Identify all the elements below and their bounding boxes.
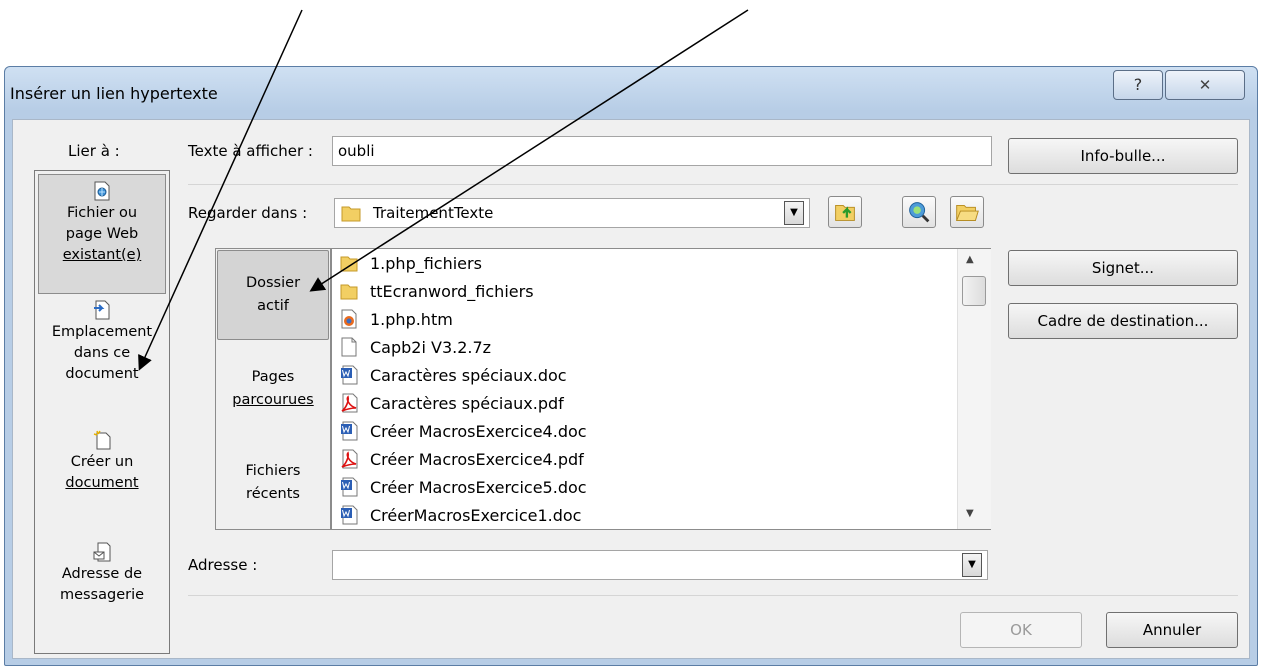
file-name: Créer MacrosExercice4.doc [370, 422, 587, 441]
text-to-display-label: Texte à afficher : [188, 142, 313, 160]
word-document-icon [341, 477, 358, 496]
file-name: Créer MacrosExercice4.pdf [370, 450, 584, 469]
nav-current-folder-line1: Dossier [245, 275, 301, 291]
nav-browsed-pages-line2: parcourues [232, 392, 314, 408]
nav-recent-files-line2: récents [246, 486, 300, 502]
link-to-email-line1: Adresse de [61, 566, 143, 582]
link-to-new-doc-line1: Créer un [70, 454, 134, 470]
blank-file-icon [341, 337, 357, 356]
word-document-icon [341, 365, 358, 384]
target-frame-button[interactable]: Cadre de destination... [1008, 303, 1238, 339]
link-to-new-doc-line2: document [65, 475, 139, 491]
link-to-email-address[interactable]: Adresse de messagerie [38, 542, 166, 606]
word-document-icon [341, 421, 358, 440]
link-to-existing-file[interactable]: Fichier ou page Web existant(e) [38, 174, 166, 294]
nav-current-folder-label: Dossier actif [218, 272, 328, 318]
browse-web-button[interactable] [902, 196, 936, 228]
file-name: Créer MacrosExercice5.doc [370, 478, 587, 497]
link-to-place-in-document[interactable]: Emplacement dans ce document [38, 300, 166, 385]
list-item[interactable]: 1.php_fichiers [340, 250, 482, 278]
look-in-combobox[interactable]: TraitementTexte [334, 198, 810, 228]
link-to-new-document[interactable]: Créer un document [38, 430, 166, 494]
dialog-title: Insérer un lien hypertexte [10, 84, 218, 103]
file-name: ttEcranword_fichiers [370, 282, 534, 301]
link-to-place-line2: dans ce [73, 345, 131, 361]
nav-recent-files[interactable]: Fichiers récents [218, 460, 328, 506]
browse-web-icon [909, 202, 930, 223]
browse-file-button[interactable] [950, 196, 984, 228]
look-in-value: TraitementTexte [373, 204, 494, 222]
address-input[interactable] [332, 550, 988, 580]
help-button[interactable]: ? [1113, 70, 1163, 100]
list-item[interactable]: 1.php.htm [340, 306, 453, 334]
nav-recent-files-line1: Fichiers [245, 463, 301, 479]
link-to-existing-file-line2: page Web [65, 226, 139, 242]
link-to-email-line2: messagerie [59, 587, 145, 603]
open-folder-icon [955, 204, 979, 221]
list-item[interactable]: Créer MacrosExercice4.pdf [340, 446, 584, 474]
folder-icon [340, 256, 358, 271]
file-name: CréerMacrosExercice1.doc [370, 506, 582, 525]
cancel-button[interactable]: Annuler [1106, 612, 1238, 648]
file-name: Caractères spéciaux.pdf [370, 394, 564, 413]
list-item[interactable]: CréerMacrosExercice1.doc [340, 502, 582, 529]
scroll-down-arrow-icon[interactable]: ▼ [966, 508, 974, 519]
list-item[interactable]: Caractères spéciaux.pdf [340, 390, 564, 418]
list-item[interactable]: Caractères spéciaux.doc [340, 362, 567, 390]
firefox-document-icon [341, 309, 357, 328]
file-name: 1.php_fichiers [370, 254, 482, 273]
file-web-icon [94, 181, 110, 201]
screentip-button[interactable]: Info-bulle... [1008, 138, 1238, 174]
scroll-up-arrow-icon[interactable]: ▲ [966, 254, 974, 265]
close-button[interactable]: ✕ [1165, 70, 1245, 100]
separator [188, 184, 1238, 185]
link-to-label: Lier à : [68, 142, 120, 160]
look-in-dropdown-button[interactable]: ▼ [784, 201, 804, 225]
address-label: Adresse : [188, 556, 258, 574]
list-item[interactable]: Créer MacrosExercice4.doc [340, 418, 587, 446]
scrollbar-thumb[interactable] [962, 276, 986, 306]
text-to-display-input[interactable]: oubli [332, 136, 992, 166]
separator [188, 595, 1238, 596]
nav-current-folder-line2: actif [257, 298, 289, 314]
list-item[interactable]: Capb2i V3.2.7z [340, 334, 491, 362]
look-in-label: Regarder dans : [188, 204, 308, 222]
place-in-document-icon [94, 300, 110, 320]
email-address-icon [93, 542, 111, 562]
bookmark-button[interactable]: Signet... [1008, 250, 1238, 286]
word-document-icon [341, 505, 358, 524]
nav-browsed-pages-line1: Pages [251, 369, 295, 385]
link-to-existing-file-line3: existant(e) [62, 247, 142, 263]
pdf-document-icon [341, 393, 358, 412]
link-to-place-line1: Emplacement [51, 324, 153, 340]
list-item[interactable]: Créer MacrosExercice5.doc [340, 474, 587, 502]
address-dropdown-button[interactable]: ▼ [962, 553, 982, 577]
file-name: Capb2i V3.2.7z [370, 338, 492, 357]
new-document-icon [93, 430, 111, 450]
link-to-existing-file-line1: Fichier ou [66, 205, 138, 221]
file-list[interactable]: 1.php_fichiers ttEcranword_fichiers 1.ph… [331, 248, 991, 530]
up-one-folder-button[interactable] [828, 196, 862, 228]
file-name: 1.php.htm [370, 310, 453, 329]
up-folder-icon [835, 204, 855, 221]
nav-browsed-pages[interactable]: Pages parcourues [218, 366, 328, 412]
file-name: Caractères spéciaux.doc [370, 366, 567, 385]
pdf-document-icon [341, 449, 358, 468]
folder-icon [340, 284, 358, 299]
folder-icon [341, 206, 361, 222]
link-to-place-line3: document [65, 366, 139, 382]
list-item[interactable]: ttEcranword_fichiers [340, 278, 534, 306]
ok-button[interactable]: OK [960, 612, 1082, 648]
